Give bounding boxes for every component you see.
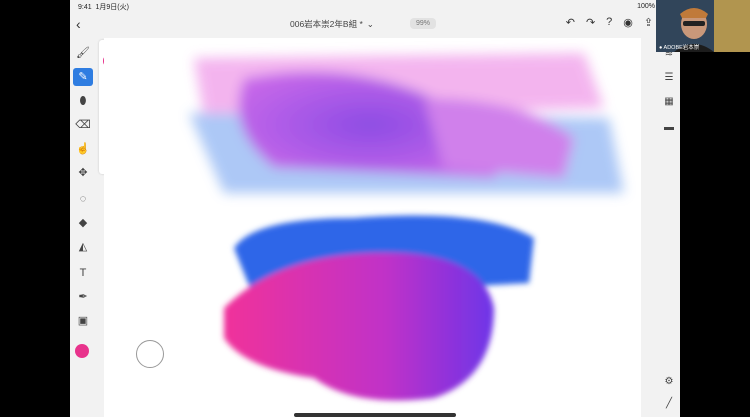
eyedropper-icon[interactable]: ✒ bbox=[73, 288, 93, 306]
paint-brush-icon[interactable]: 🖌 bbox=[73, 44, 93, 62]
back-icon[interactable]: ‹ bbox=[76, 16, 81, 32]
pixel-brush-icon[interactable]: ✎ bbox=[73, 68, 93, 86]
help-icon[interactable]: ? bbox=[606, 16, 612, 29]
share-icon[interactable]: ⇪ bbox=[644, 16, 653, 29]
top-paint-strokes bbox=[189, 53, 624, 193]
tool-sidebar: 🖌 ✎ ⬮ ⌫ ☝ ✥ ◌ ◆ ◭ T ✒ ▣ bbox=[70, 36, 96, 417]
touch-modifier-button[interactable] bbox=[136, 340, 164, 368]
eraser-icon[interactable]: ⌫ bbox=[73, 116, 93, 134]
chevron-down-icon: ⌄ bbox=[366, 18, 374, 29]
lasso-icon[interactable]: ◌ bbox=[73, 190, 93, 208]
color-picker-swatch[interactable] bbox=[75, 344, 89, 358]
fill-icon[interactable]: ◆ bbox=[73, 214, 93, 232]
comment-icon[interactable]: ▬ bbox=[660, 122, 678, 133]
right-toolbar: ≋ ☰ ▦ ▬ bbox=[658, 36, 680, 417]
webcam-overlay: ● ADOBE岩本崇 bbox=[656, 0, 750, 52]
bottom-paint-strokes bbox=[224, 215, 534, 401]
text-icon[interactable]: T bbox=[73, 264, 93, 282]
user-icon[interactable]: ◉ bbox=[623, 16, 633, 29]
undo-icon[interactable]: ↶ bbox=[566, 16, 575, 29]
image-icon[interactable]: ▣ bbox=[73, 312, 93, 330]
mixer-brush-icon[interactable]: ⬮ bbox=[73, 92, 93, 110]
grid-icon[interactable]: ▦ bbox=[660, 96, 678, 107]
zoom-level[interactable]: 99% bbox=[410, 18, 437, 29]
status-time: 9:41 1月9日(火) bbox=[78, 4, 129, 11]
home-indicator bbox=[294, 413, 456, 417]
smudge-icon[interactable]: ☝ bbox=[73, 140, 93, 158]
shape-icon[interactable]: ◭ bbox=[73, 238, 93, 256]
status-bar: 9:41 1月9日(火) 100% bbox=[70, 0, 680, 12]
transform-icon[interactable]: ✥ bbox=[73, 164, 93, 182]
top-toolbar: ‹ 006岩本崇2年B組 *⌄ 99% ↶↷?◉⇪⚙ bbox=[70, 12, 680, 36]
webcam-name-label: ● ADOBE岩本崇 bbox=[659, 45, 700, 51]
drawing-canvas[interactable] bbox=[104, 38, 641, 417]
ruler-icon[interactable]: ╱ bbox=[660, 398, 678, 409]
adjustments-icon[interactable]: ☰ bbox=[660, 72, 678, 83]
redo-icon[interactable]: ↷ bbox=[586, 16, 595, 29]
app-screen: 9:41 1月9日(火) 100% ‹ 006岩本崇2年B組 * ⌄ 99% ↶ ↷… bbox=[70, 0, 680, 417]
bandaid-icon[interactable]: ⚙ bbox=[660, 376, 678, 387]
document-title[interactable]: 006岩本崇2年B組 * ⌄ bbox=[290, 18, 374, 30]
canvas-artwork bbox=[189, 53, 624, 401]
